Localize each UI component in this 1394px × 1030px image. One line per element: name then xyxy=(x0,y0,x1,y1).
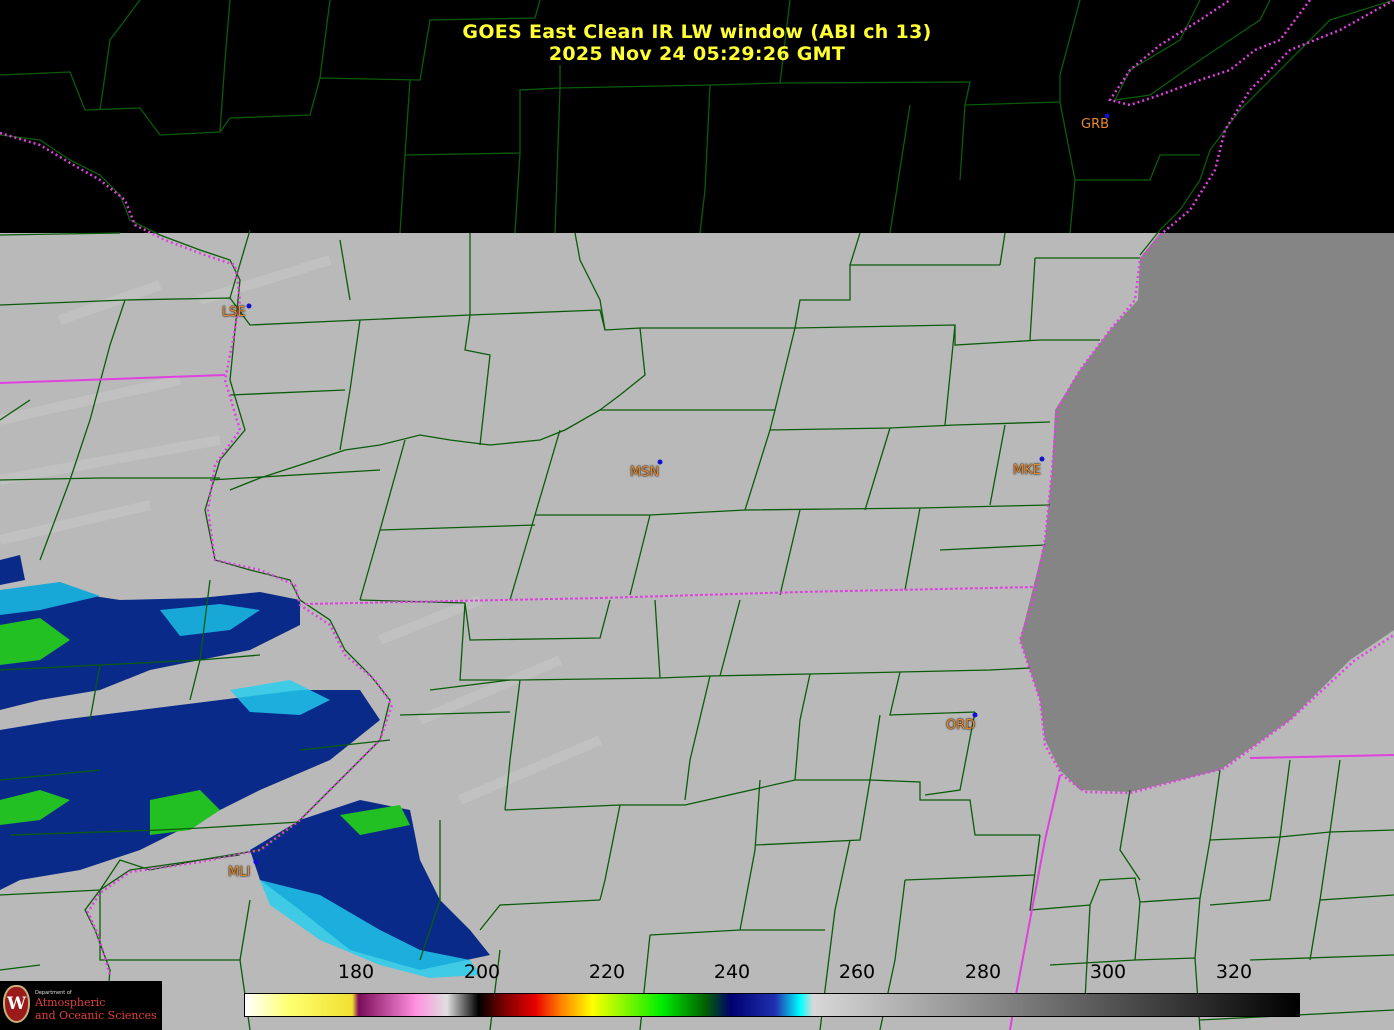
colorbar-tick-220: 220 xyxy=(588,961,626,983)
colorbar-tick-180: 180 xyxy=(337,961,375,983)
colorbar-tick-240: 240 xyxy=(713,961,751,983)
colorbar-tick-260: 260 xyxy=(838,961,876,983)
station-label-mke: MKE xyxy=(1013,463,1041,478)
satellite-ir-map xyxy=(0,0,1394,1030)
msn-marker xyxy=(657,459,663,465)
station-label-msn: MSN xyxy=(630,465,660,480)
colorbar-tick-200: 200 xyxy=(463,961,501,983)
logo-line2: and Oceanic Sciences xyxy=(35,1009,157,1022)
colorbar-tick-300: 300 xyxy=(1089,961,1127,983)
station-label-mli: MLI xyxy=(228,865,251,880)
station-label-lse: LSE xyxy=(222,305,246,320)
map-title: GOES East Clean IR LW window (ABI ch 13) xyxy=(462,21,932,43)
station-label-ord: ORD xyxy=(946,718,976,733)
logo-line1: Atmospheric xyxy=(35,996,106,1009)
ord-marker xyxy=(972,712,978,718)
uw-seal-icon: W xyxy=(3,985,30,1023)
temperature-colorbar xyxy=(244,993,1300,1017)
mke-marker xyxy=(1039,456,1045,462)
colorbar-tick-280: 280 xyxy=(964,961,1002,983)
mli-marker xyxy=(253,859,259,865)
map-timestamp: 2025 Nov 24 05:29:26 GMT xyxy=(548,43,846,65)
station-label-grb: GRB xyxy=(1081,117,1110,132)
lse-marker xyxy=(246,303,252,309)
colorbar-tick-320: 320 xyxy=(1215,961,1253,983)
uw-aos-logo: W Department of Atmospheric and Oceanic … xyxy=(0,981,162,1030)
